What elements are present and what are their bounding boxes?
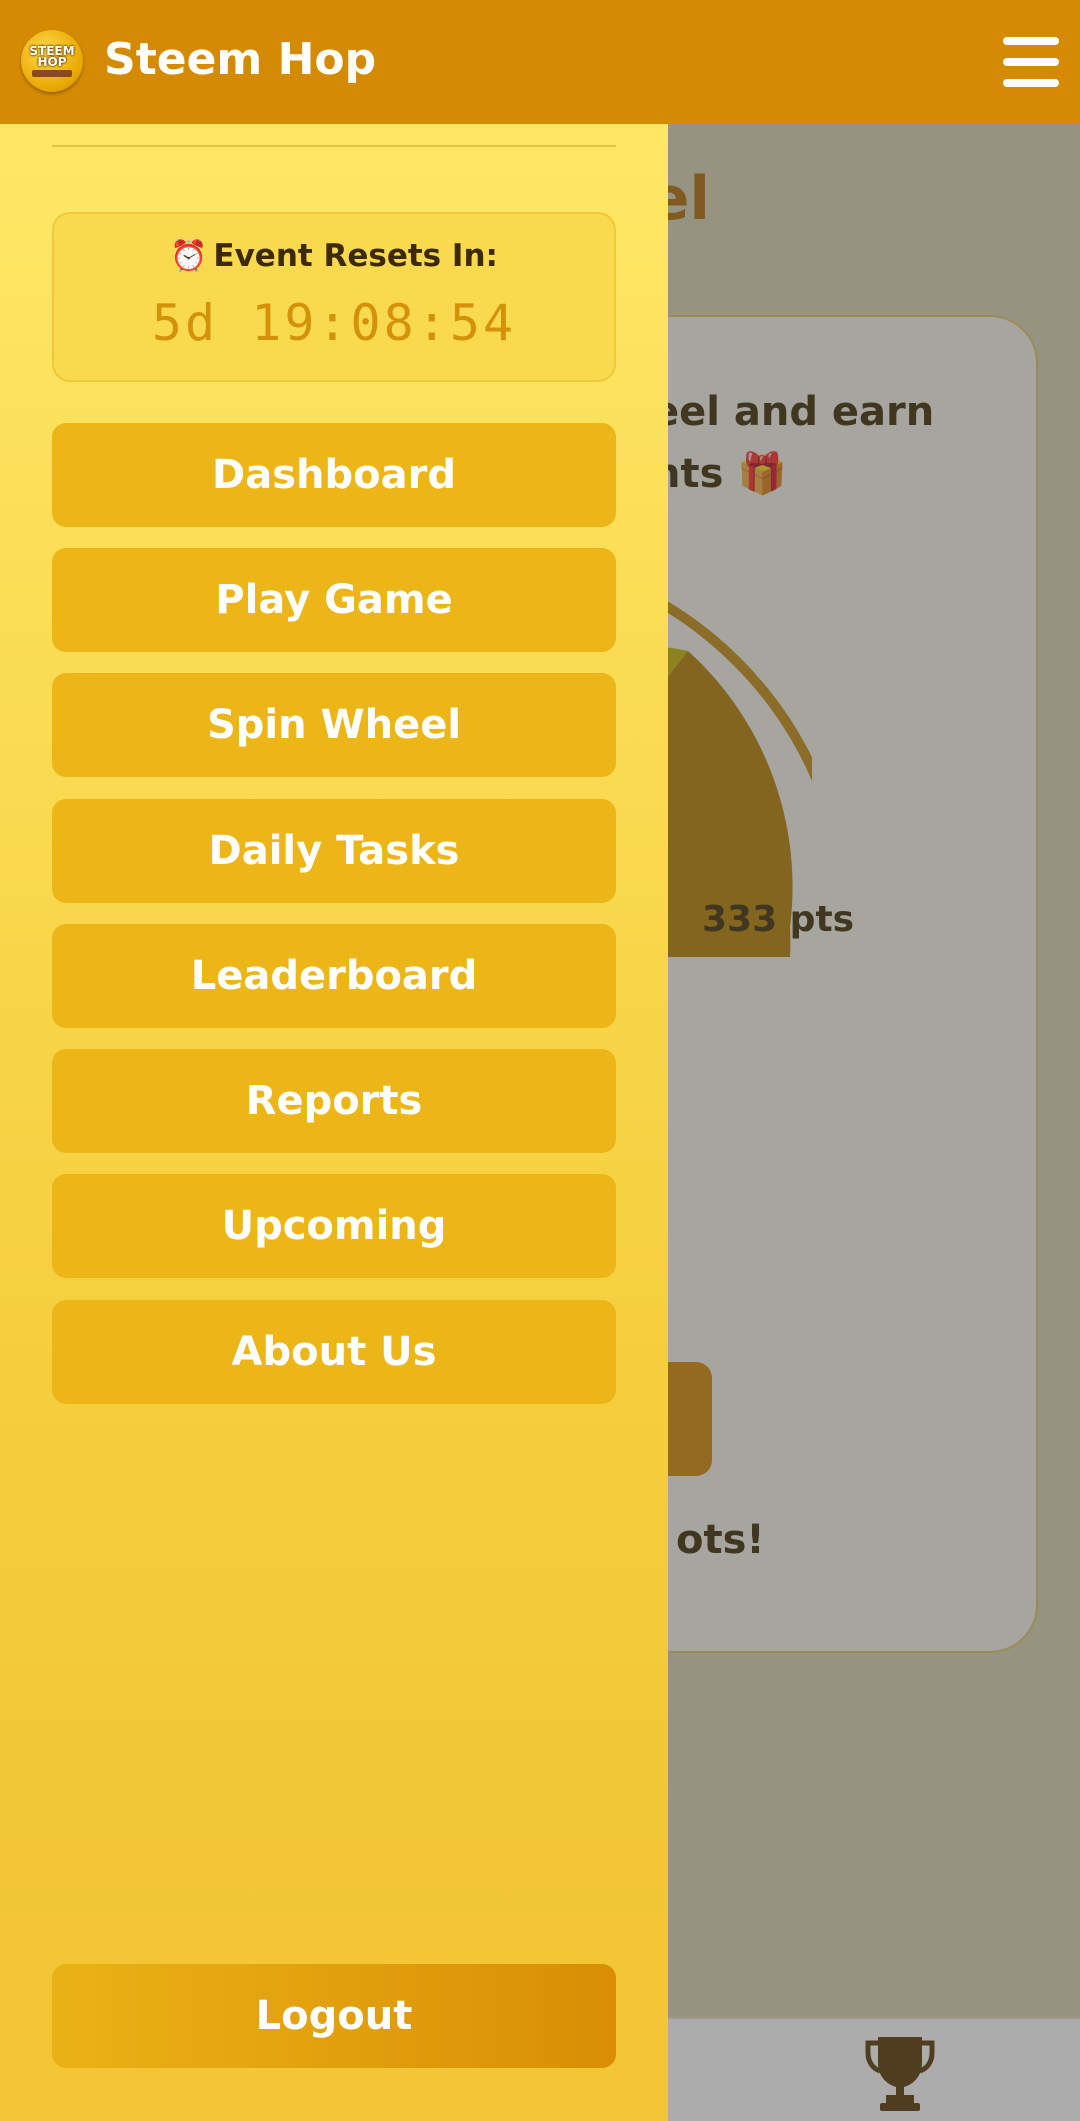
app-header: STEEM HOP Steem Hop: [0, 0, 1080, 124]
nav-reports-button[interactable]: Reports: [52, 1049, 616, 1153]
app-logo[interactable]: STEEM HOP: [21, 30, 83, 92]
nav-play-game-button[interactable]: Play Game: [52, 548, 616, 652]
side-drawer: ⏰ Event Resets In: 5d 19:08:54 Dashboard …: [0, 124, 668, 2121]
alarm-clock-icon: ⏰: [170, 239, 208, 274]
nav-daily-tasks-button[interactable]: Daily Tasks: [52, 799, 616, 903]
timer-countdown: 5d 19:08:54: [151, 294, 517, 352]
nav-dashboard-button[interactable]: Dashboard: [52, 423, 616, 527]
timer-label-row: ⏰ Event Resets In:: [54, 238, 614, 274]
drawer-footer: Logout: [0, 1912, 668, 2121]
hamburger-menu-icon[interactable]: [1003, 37, 1059, 87]
nav-about-us-button[interactable]: About Us: [52, 1300, 616, 1404]
logo-text-line2: HOP: [37, 54, 67, 69]
logo-base: [32, 69, 72, 77]
event-reset-timer: ⏰ Event Resets In: 5d 19:08:54: [52, 212, 616, 382]
nav-leaderboard-button[interactable]: Leaderboard: [52, 924, 616, 1028]
nav-upcoming-button[interactable]: Upcoming: [52, 1174, 616, 1278]
logout-button[interactable]: Logout: [52, 1964, 616, 2068]
timer-label: Event Resets In:: [213, 238, 498, 274]
nav-spin-wheel-button[interactable]: Spin Wheel: [52, 673, 616, 777]
drawer-divider: [52, 145, 616, 147]
app-title[interactable]: Steem Hop: [104, 34, 376, 85]
